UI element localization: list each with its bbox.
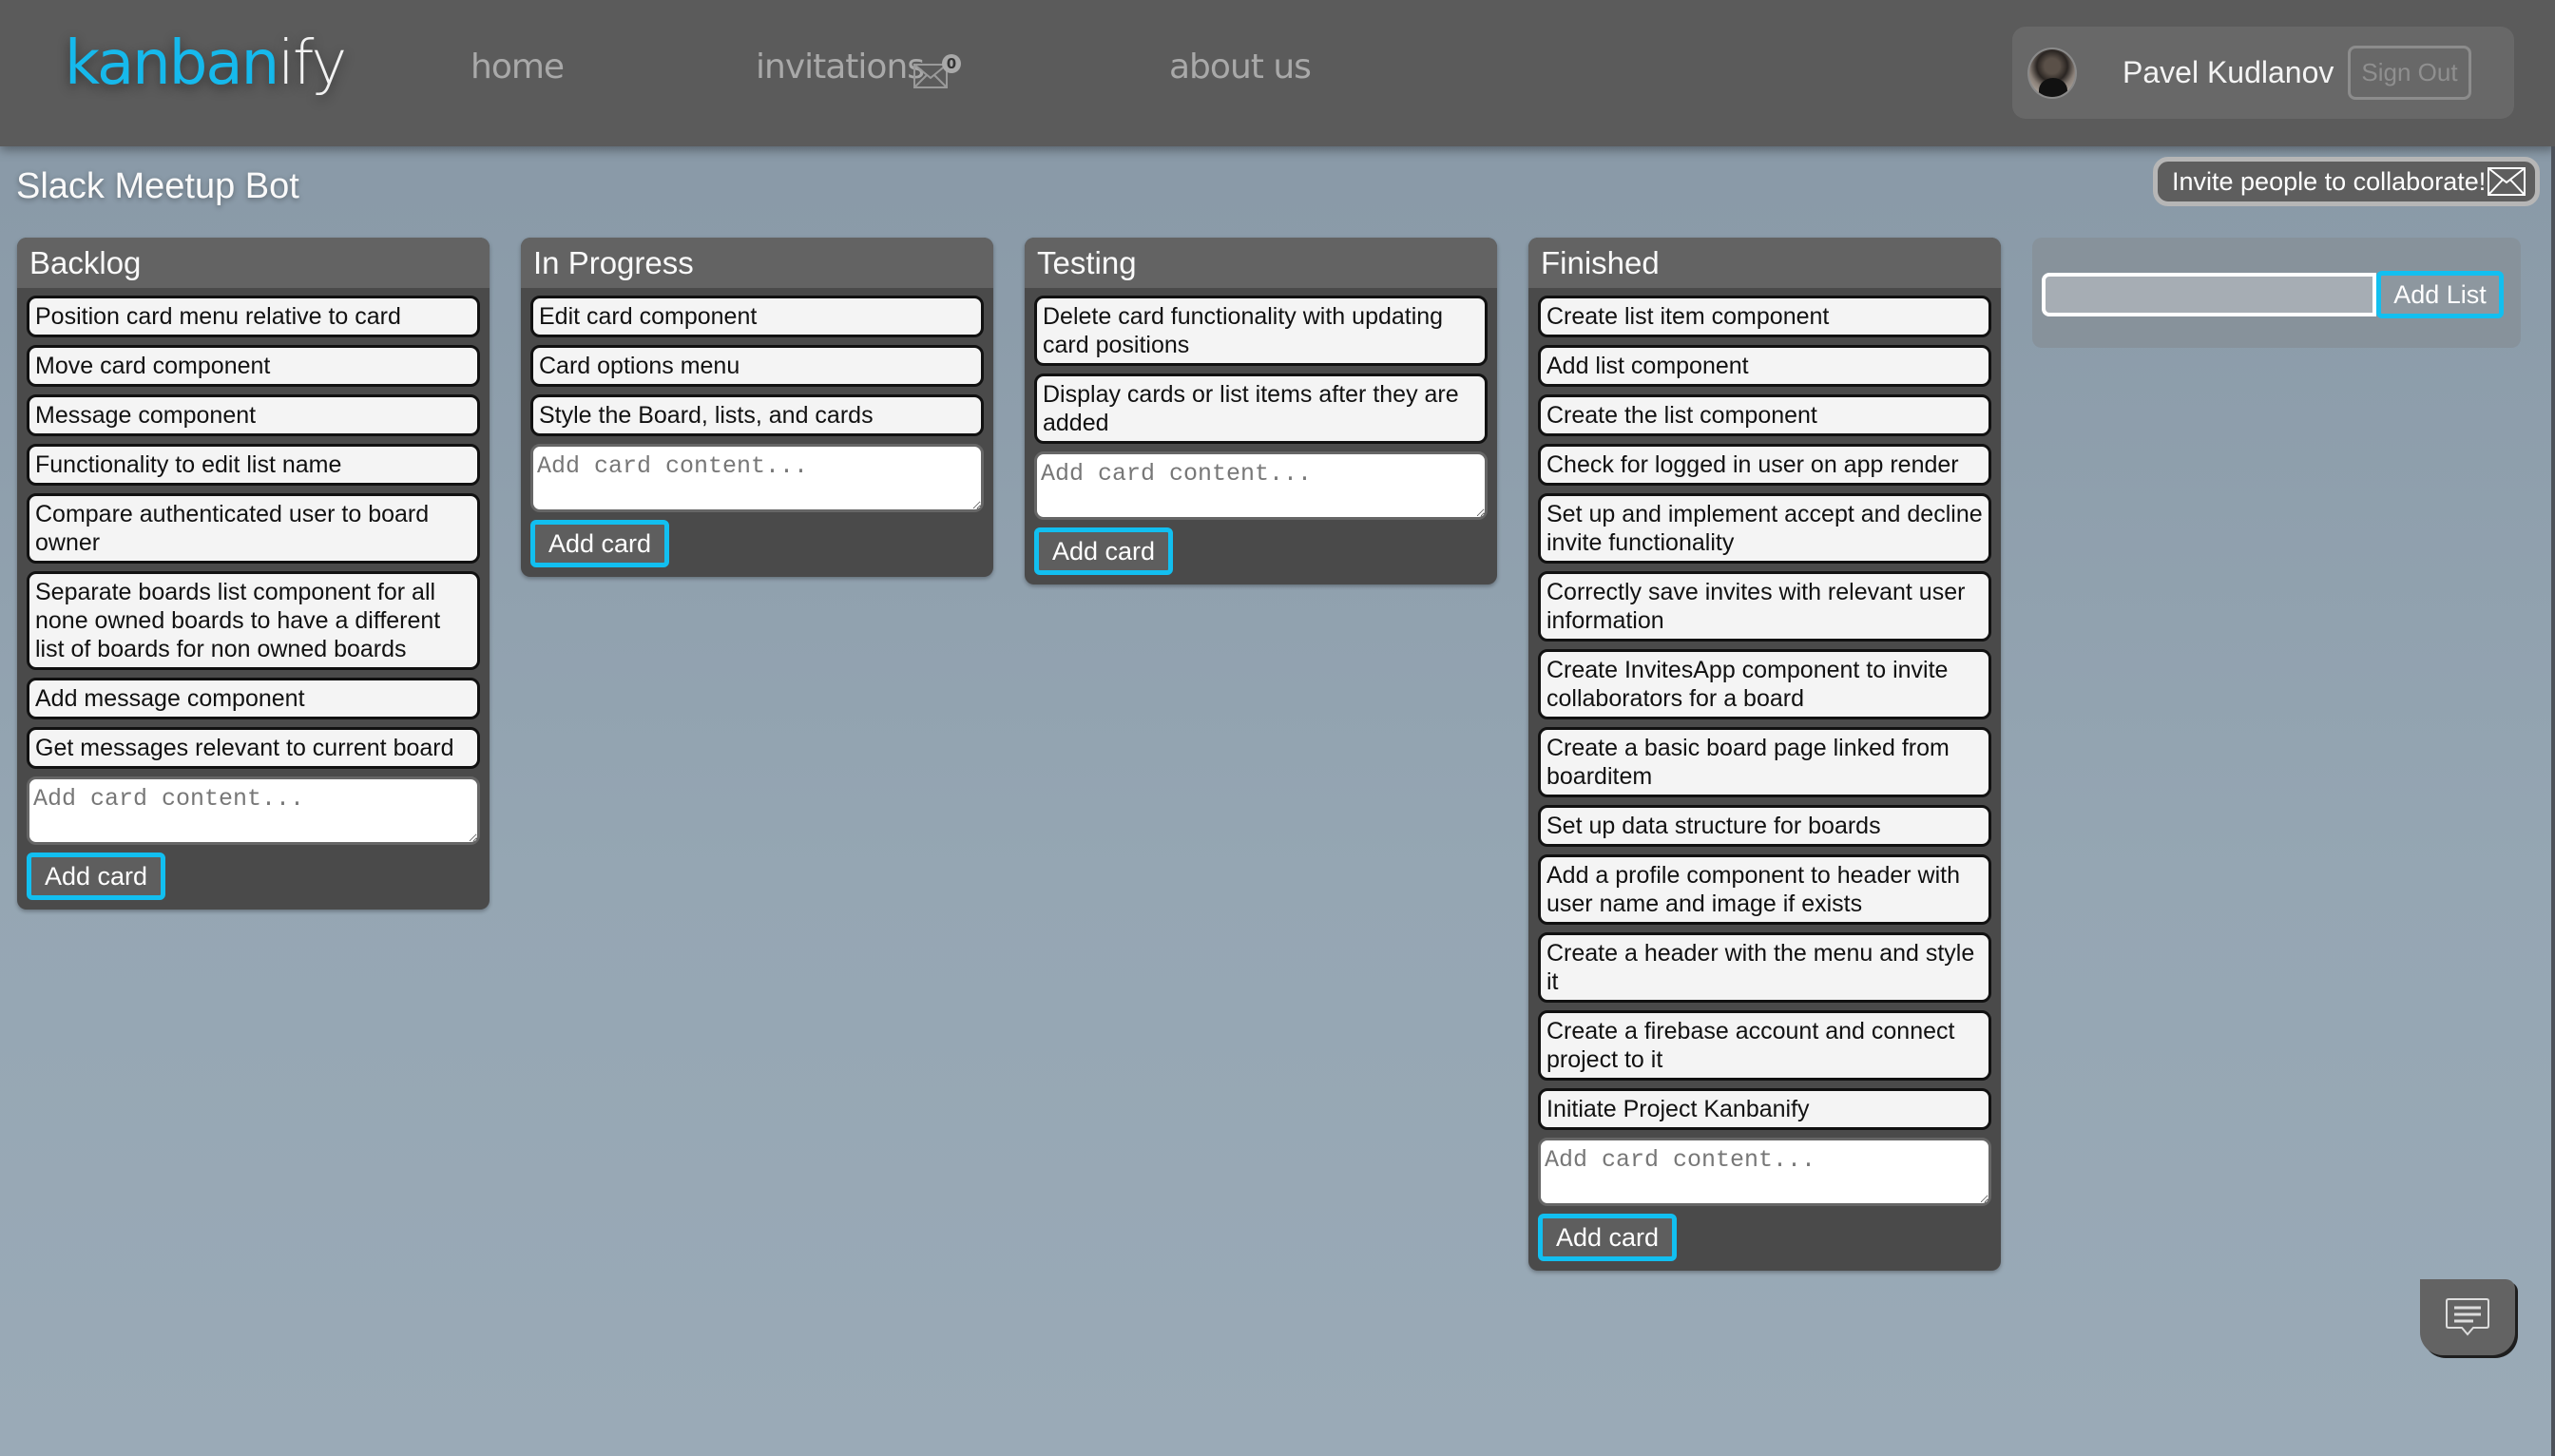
card[interactable]: Move card component: [27, 345, 480, 387]
add-list-panel: Add List: [2032, 238, 2521, 348]
nav-home[interactable]: home: [471, 48, 565, 86]
envelope-icon[interactable]: 0: [912, 53, 962, 91]
card[interactable]: Correctly save invites with relevant use…: [1538, 571, 1991, 642]
card[interactable]: Compare authenticated user to board owne…: [27, 493, 480, 564]
add-card-button[interactable]: Add card: [27, 853, 166, 900]
card[interactable]: Delete card functionality with updating …: [1034, 296, 1488, 366]
card[interactable]: Display cards or list items after they a…: [1034, 374, 1488, 444]
card[interactable]: Get messages relevant to current board: [27, 727, 480, 769]
add-card-textarea[interactable]: [530, 444, 984, 512]
envelope-icon: [2488, 167, 2526, 196]
add-card-textarea[interactable]: [1538, 1138, 1991, 1206]
card[interactable]: Card options menu: [530, 345, 984, 387]
card[interactable]: Create a header with the menu and style …: [1538, 932, 1991, 1003]
card-list: Delete card functionality with updating …: [1025, 288, 1497, 575]
logo[interactable]: kanbanify: [65, 29, 347, 99]
card[interactable]: Set up data structure for boards: [1538, 805, 1991, 847]
add-card-button[interactable]: Add card: [530, 520, 670, 567]
card[interactable]: Message component: [27, 394, 480, 436]
list-title[interactable]: In Progress: [521, 238, 993, 288]
card[interactable]: Create InvitesApp component to invite co…: [1538, 649, 1991, 719]
card[interactable]: Check for logged in user on app render: [1538, 444, 1991, 486]
list-title[interactable]: Finished: [1528, 238, 2001, 288]
list-backlog: Backlog Position card menu relative to ca…: [17, 238, 490, 910]
card[interactable]: Style the Board, lists, and cards: [530, 394, 984, 436]
card[interactable]: Initiate Project Kanbanify: [1538, 1088, 1991, 1130]
invite-collaborators-button[interactable]: Invite people to collaborate!: [2153, 157, 2540, 206]
card[interactable]: Create a firebase account and connect pr…: [1538, 1010, 1991, 1081]
nav-about-us[interactable]: about us: [1169, 48, 1312, 86]
list-in-progress: In Progress Edit card component Card optio…: [521, 238, 993, 577]
nav-invitations[interactable]: invitations: [756, 48, 925, 86]
card[interactable]: Add a profile component to header with u…: [1538, 854, 1991, 925]
card[interactable]: Separate boards list component for all n…: [27, 571, 480, 670]
list-title[interactable]: Testing: [1025, 238, 1497, 288]
add-card-button[interactable]: Add card: [1034, 527, 1174, 575]
app-header: kanbanify home invitations 0 about us Pa…: [0, 0, 2555, 146]
card[interactable]: Position card menu relative to card: [27, 296, 480, 337]
add-card-button[interactable]: Add card: [1538, 1214, 1678, 1261]
profile-panel: Pavel Kudlanov Sign Out: [2012, 27, 2514, 119]
invite-label: Invite people to collaborate!: [2172, 166, 2487, 196]
card[interactable]: Create list item component: [1538, 296, 1991, 337]
avatar[interactable]: [2027, 48, 2077, 99]
card-list: Create list item component Add list compo…: [1528, 288, 2001, 1261]
sign-out-button[interactable]: Sign Out: [2348, 46, 2471, 100]
user-name: Pavel Kudlanov: [2123, 55, 2334, 89]
logo-ify: ify: [278, 29, 347, 99]
chat-bubble-icon: [2446, 1298, 2489, 1336]
card[interactable]: Add list component: [1538, 345, 1991, 387]
card[interactable]: Create the list component: [1538, 394, 1991, 436]
card[interactable]: Functionality to edit list name: [27, 444, 480, 486]
list-finished: Finished Create list item component Add li…: [1528, 238, 2001, 1271]
new-list-name-input[interactable]: [2042, 273, 2376, 316]
card-list: Edit card component Card options menu Styl…: [521, 288, 993, 567]
add-card-textarea[interactable]: [1034, 451, 1488, 520]
card[interactable]: Add message component: [27, 678, 480, 719]
card[interactable]: Edit card component: [530, 296, 984, 337]
card-list: Position card menu relative to card Move …: [17, 288, 490, 900]
add-list-button[interactable]: Add List: [2376, 271, 2504, 318]
list-testing: Testing Delete card functionality with up…: [1025, 238, 1497, 584]
list-title[interactable]: Backlog: [17, 238, 490, 288]
card[interactable]: Set up and implement accept and decline …: [1538, 493, 1991, 564]
logo-kanban: kanban: [65, 29, 279, 99]
invitations-badge: 0: [947, 55, 956, 72]
board-title: Slack Meetup Bot: [16, 166, 299, 206]
chat-button[interactable]: [2420, 1279, 2515, 1355]
scrollbar-edge: [2551, 146, 2555, 1456]
card[interactable]: Create a basic board page linked from bo…: [1538, 727, 1991, 797]
add-card-textarea[interactable]: [27, 776, 480, 845]
